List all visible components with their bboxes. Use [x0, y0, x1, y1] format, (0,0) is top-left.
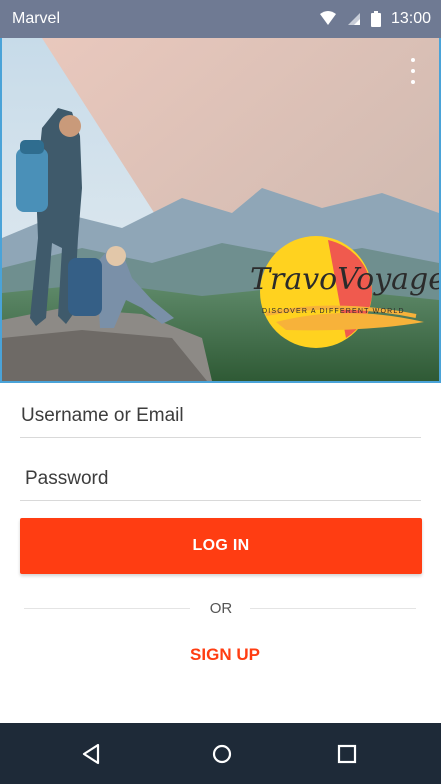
- divider-right: [250, 608, 416, 609]
- battery-icon: [370, 11, 381, 27]
- logo-tagline: DISCOVER A DIFFERENT WORLD: [262, 308, 405, 315]
- menu-dot: [411, 58, 415, 62]
- status-bar: Marvel 13:00: [0, 0, 441, 38]
- carrier-label: Marvel: [12, 10, 61, 27]
- hero-banner: TravoVoyage DISCOVER A DIFFERENT WORLD: [0, 38, 441, 383]
- overflow-menu-icon[interactable]: [405, 58, 421, 84]
- menu-dot: [411, 69, 415, 73]
- recents-icon[interactable]: [334, 741, 360, 767]
- or-label: OR: [209, 600, 233, 617]
- wifi-icon: [319, 11, 336, 25]
- travovoyage-logo: TravoVoyage DISCOVER A DIFFERENT WORLD: [246, 234, 439, 354]
- login-button[interactable]: LOG IN: [20, 518, 422, 574]
- menu-dot: [411, 80, 415, 84]
- back-icon[interactable]: [78, 741, 104, 767]
- cell-signal-icon: [347, 13, 360, 25]
- status-time: 13:00: [390, 10, 431, 27]
- password-input[interactable]: [20, 457, 421, 501]
- divider-left: [24, 608, 190, 609]
- signup-button[interactable]: SIGN UP: [170, 642, 280, 668]
- navigation-bar: [0, 723, 441, 784]
- logo-title: TravoVoyage: [250, 262, 441, 297]
- status-icons: 13:00: [319, 10, 431, 28]
- username-input[interactable]: [20, 394, 421, 438]
- home-icon[interactable]: [209, 741, 235, 767]
